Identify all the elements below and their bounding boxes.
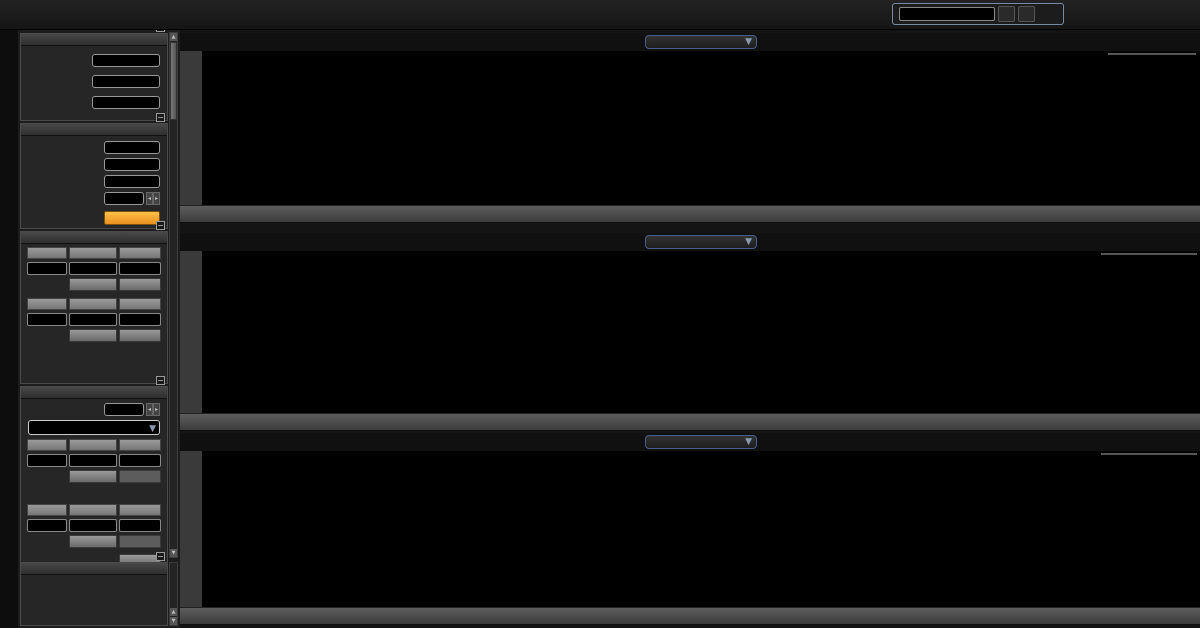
minimize-icon[interactable]: − xyxy=(156,376,165,385)
phase-plot-canvas[interactable] xyxy=(202,451,1200,607)
minimize-icon[interactable]: − xyxy=(156,552,165,561)
seg-stop-header xyxy=(69,439,117,451)
magnitude-legend xyxy=(1101,253,1197,255)
peq-q-header xyxy=(118,504,161,516)
smoothing-header xyxy=(21,232,167,244)
aeq-header xyxy=(21,563,167,575)
ir-window-panel: − ◂ ▸ xyxy=(20,113,168,229)
magn-stop-header xyxy=(69,247,117,259)
seg-remove-button xyxy=(118,470,161,483)
time-x-axis xyxy=(180,205,1200,222)
stepper-up-icon[interactable]: ▸ xyxy=(153,403,160,416)
magn-oct-value[interactable] xyxy=(118,262,161,275)
taper-stepper: ◂ ▸ xyxy=(146,192,160,205)
ir-window-header xyxy=(21,124,167,136)
top-bar xyxy=(0,0,1200,30)
cut-stop-input[interactable] xyxy=(104,158,160,171)
magnitude-chart-section: ▼ xyxy=(180,233,1200,431)
seg-dboct-header xyxy=(118,439,161,451)
time-plot-canvas[interactable] xyxy=(202,51,1200,205)
peq-freq-input[interactable] xyxy=(27,519,68,532)
magn-stop-value[interactable] xyxy=(69,262,117,275)
scroll-up-icon[interactable]: ▲ xyxy=(170,33,177,41)
aeq-panel: − xyxy=(20,552,168,626)
chevron-down-icon: ▼ xyxy=(745,237,752,247)
magn-start-value[interactable] xyxy=(27,262,68,275)
seg-start-header xyxy=(27,439,68,451)
peq-freq-header xyxy=(27,504,68,516)
stepper-down-icon[interactable]: ◂ xyxy=(146,192,153,205)
time-chart-section: ▼ xyxy=(180,33,1200,223)
peq-remove-button xyxy=(118,535,161,548)
magn-start-header xyxy=(27,247,68,259)
peq-gain-header xyxy=(69,504,117,516)
phase-y-axis xyxy=(180,451,202,607)
sidebar-scrollbar[interactable]: ▲ ▼ xyxy=(169,32,178,558)
length-input[interactable] xyxy=(104,175,160,188)
level-stepper: ◂ ▸ xyxy=(146,403,160,416)
minimize-icon[interactable]: − xyxy=(156,113,165,122)
magnitude-x-axis xyxy=(180,413,1200,430)
chevron-down-icon: ▼ xyxy=(745,37,752,47)
seg-dboct-input[interactable] xyxy=(118,454,161,467)
phase-oct-header xyxy=(118,298,161,310)
phase-start-header xyxy=(27,298,68,310)
magn-remove-button[interactable] xyxy=(118,278,161,291)
save-session-icon[interactable] xyxy=(1018,6,1035,22)
target-header xyxy=(21,387,167,399)
magnitude-title-dropdown[interactable]: ▼ xyxy=(645,235,757,249)
auto-win-enable-button[interactable] xyxy=(104,211,160,225)
iir-value[interactable] xyxy=(92,75,160,88)
device-info-panel: − xyxy=(20,23,168,121)
magnitude-y-axis xyxy=(180,251,202,413)
sidebar-tab-strip xyxy=(0,30,18,628)
time-y-axis xyxy=(180,51,202,205)
phase-stop-header xyxy=(69,298,117,310)
magn-add-button[interactable] xyxy=(69,278,117,291)
minimize-icon[interactable]: − xyxy=(156,221,165,230)
scroll-up-icon[interactable]: ▲ xyxy=(170,608,177,616)
phase-oct-value[interactable] xyxy=(118,313,161,326)
taper-input[interactable] xyxy=(104,192,144,205)
session-panel xyxy=(892,3,1064,25)
chevron-down-icon: ▼ xyxy=(149,424,156,434)
seg-add-button[interactable] xyxy=(69,470,117,483)
stepper-up-icon[interactable]: ▸ xyxy=(153,192,160,205)
aeq-scrollbar[interactable]: ▲ ▼ xyxy=(169,562,178,626)
phase-title-dropdown[interactable]: ▼ xyxy=(645,435,757,449)
seg-start-input[interactable] xyxy=(27,454,68,467)
level-input[interactable] xyxy=(104,403,144,416)
phase-legend xyxy=(1101,453,1197,455)
session-name-input[interactable] xyxy=(899,7,995,21)
time-legend xyxy=(1108,53,1196,55)
scroll-down-icon[interactable]: ▼ xyxy=(170,617,177,625)
phase-remove-button[interactable] xyxy=(118,329,161,342)
seg-stop-input[interactable] xyxy=(69,454,117,467)
channel-value[interactable] xyxy=(92,54,160,67)
scroll-down-icon[interactable]: ▼ xyxy=(170,549,177,557)
magnitude-plot-canvas[interactable] xyxy=(202,251,1200,413)
phase-stop-value[interactable] xyxy=(69,313,117,326)
peq-gain-input[interactable] xyxy=(69,519,117,532)
cut-start-input[interactable] xyxy=(104,141,160,154)
smoothing-panel: − xyxy=(20,221,168,384)
phase-chart-section: ▼ xyxy=(180,433,1200,625)
scrollbar-thumb[interactable] xyxy=(170,42,177,120)
time-title-dropdown[interactable]: ▼ xyxy=(645,35,757,49)
peq-add-button[interactable] xyxy=(69,535,117,548)
peq-q-input[interactable] xyxy=(118,519,161,532)
chevron-down-icon: ▼ xyxy=(745,437,752,447)
preset-dropdown[interactable]: ▼ xyxy=(28,420,160,435)
phase-add-button[interactable] xyxy=(69,329,117,342)
magn-oct-header xyxy=(118,247,161,259)
sidebar: − − ◂▸ − xyxy=(18,23,180,628)
phase-start-value[interactable] xyxy=(27,313,68,326)
app-root: − − ◂▸ − xyxy=(0,0,1200,628)
fir-value[interactable] xyxy=(92,96,160,109)
stepper-down-icon[interactable]: ◂ xyxy=(146,403,153,416)
device-info-header xyxy=(21,34,167,46)
phase-x-axis xyxy=(180,607,1200,624)
new-session-folder-icon[interactable] xyxy=(998,6,1015,22)
